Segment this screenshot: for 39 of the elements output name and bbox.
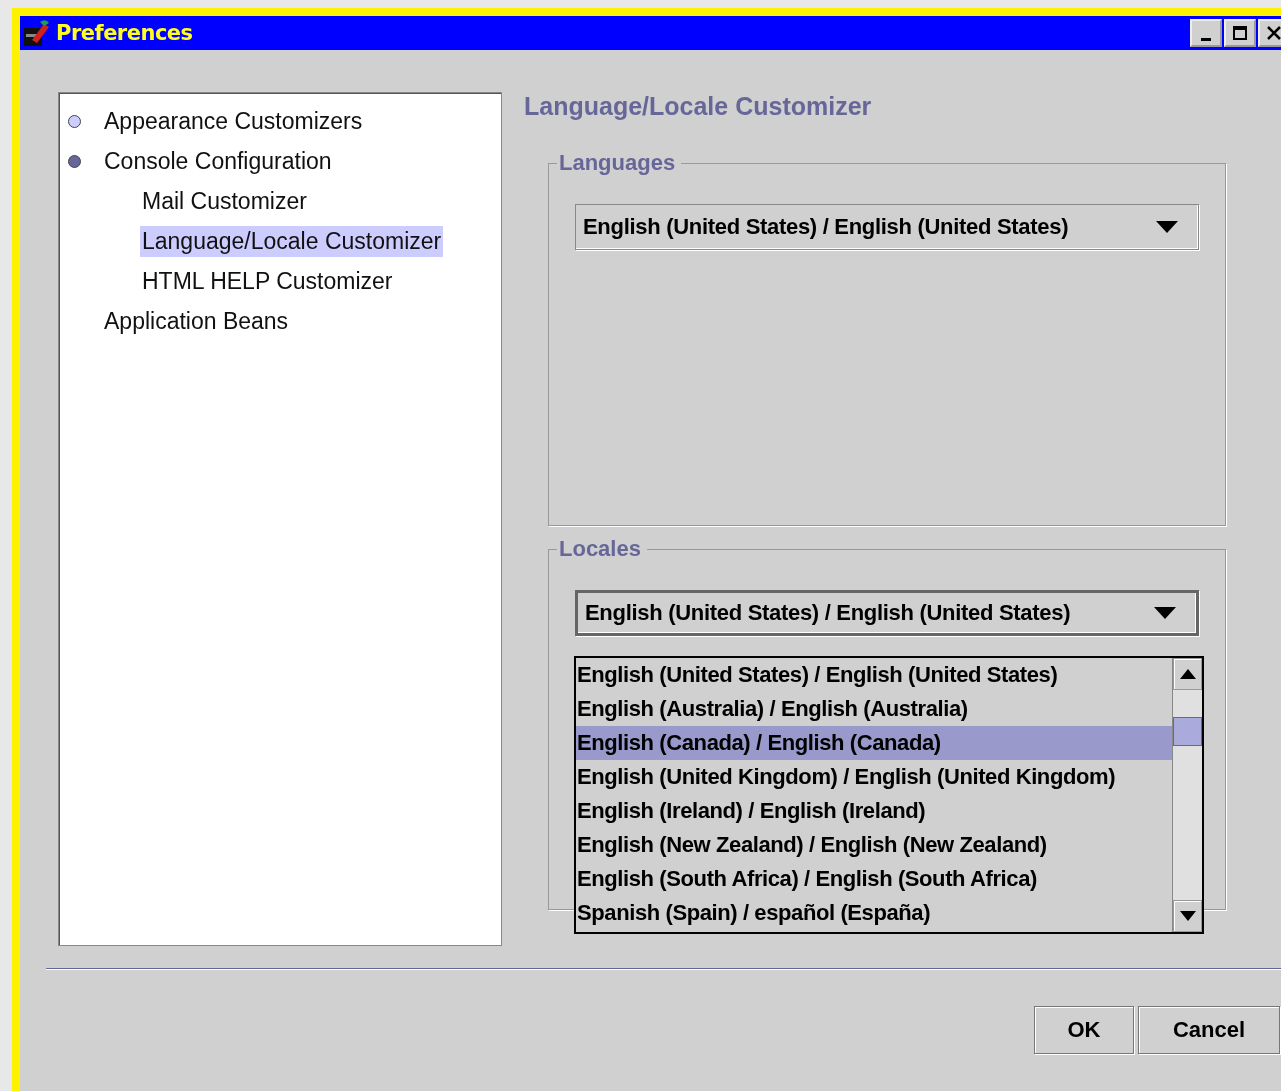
app-icon — [22, 18, 52, 48]
up-arrow-icon — [1179, 669, 1196, 679]
caret-icon — [1156, 221, 1178, 233]
tree-item[interactable]: Appearance Customizers — [102, 105, 365, 137]
down-arrow-icon — [1179, 911, 1196, 921]
close-button[interactable] — [1258, 19, 1281, 47]
language-dropdown[interactable]: English (United States) / English (United States) — [575, 204, 1199, 250]
scroll-up-button[interactable] — [1173, 658, 1202, 690]
scrollbar[interactable] — [1172, 658, 1202, 932]
minimize-button[interactable] — [1190, 19, 1222, 47]
caret-icon — [1154, 607, 1176, 619]
node-bullet-icon[interactable] — [68, 114, 81, 128]
tree-item[interactable]: Language/Locale Customizer — [140, 225, 444, 257]
group-title: Locales — [558, 536, 642, 562]
node-bullet-icon[interactable] — [68, 154, 81, 168]
minimize-icon — [1201, 37, 1211, 41]
scroll-thumb[interactable] — [1173, 717, 1202, 746]
window-title: Preferences — [56, 21, 194, 45]
close-icon — [1266, 25, 1281, 41]
dropdown-option[interactable]: English (Canada) / English (Canada) — [576, 726, 1172, 760]
dropdown-option[interactable]: English (United Kingdom) / English (United Kingdom) — [576, 760, 1172, 794]
group-title: Languages — [558, 150, 677, 176]
tree-item[interactable]: Application Beans — [102, 305, 291, 337]
panel-heading: Language/Locale Customizer — [524, 92, 873, 122]
cancel-button[interactable]: Cancel — [1138, 1006, 1280, 1054]
scroll-down-button[interactable] — [1173, 900, 1202, 932]
dropdown-option[interactable]: English (Australia) / English (Australia) — [576, 692, 1172, 726]
dropdown-option[interactable]: Spanish (Spain) / español (España) — [576, 896, 1172, 930]
dropdown-option[interactable]: English (United States) / English (United States) — [576, 658, 1172, 692]
tree-item[interactable]: Mail Customizer — [140, 185, 309, 217]
maximize-icon — [1232, 25, 1248, 41]
locale-dropdown[interactable]: English (United States) / English (United States) — [575, 590, 1199, 636]
dropdown-option[interactable]: English (Ireland) / English (Ireland) — [576, 794, 1172, 828]
tree-item[interactable]: HTML HELP Customizer — [140, 265, 395, 297]
maximize-button[interactable] — [1224, 19, 1256, 47]
ok-button[interactable]: OK — [1034, 1006, 1134, 1054]
tree-item[interactable]: Console Configuration — [102, 145, 334, 177]
dropdown-option[interactable]: English (South Africa) / English (South Africa) — [576, 862, 1172, 896]
dropdown-option[interactable]: English (New Zealand) / English (New Zealand) — [576, 828, 1172, 862]
